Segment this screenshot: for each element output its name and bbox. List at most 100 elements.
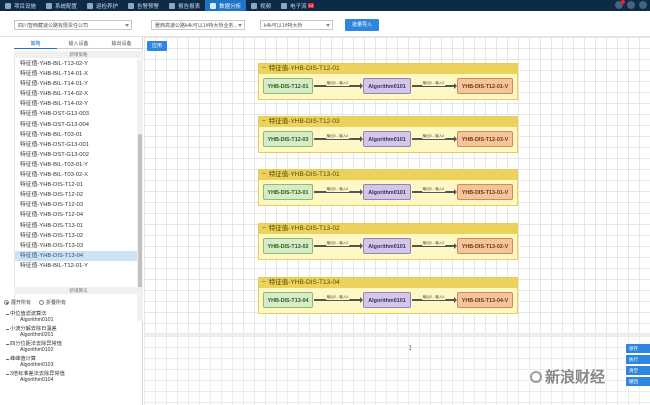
algorithm-node[interactable]: Algorithm0101	[363, 78, 411, 94]
input-device-node[interactable]: YHB-DIS-T13-04	[263, 292, 313, 308]
side-action-tab[interactable]: 执行	[626, 355, 650, 364]
apply-button[interactable]: 应用	[147, 41, 167, 51]
collapse-toggle-icon[interactable]: −	[262, 278, 266, 288]
tab-strategy[interactable]: 策略	[14, 39, 57, 49]
strategy-list-item[interactable]: 特征值-YHB-BIL-T03-01-Y	[15, 160, 137, 170]
algorithm-tree-item[interactable]: 四分位距法去除异常值 Algorithm0102	[6, 341, 140, 353]
algorithm-node[interactable]: Algorithm0101	[363, 292, 411, 308]
algorithm-code[interactable]: Algorithm0101	[6, 317, 140, 323]
bridge-select[interactable]: k4k可以1#特大桥	[260, 20, 333, 30]
strategy-list-item[interactable]: 特征值-YHB-DIS-T12-03	[15, 200, 137, 210]
nav-item-reports[interactable]: 报告报表	[164, 0, 205, 11]
strategy-list-item[interactable]: 特征值-YHB-DST-G13-004	[15, 120, 137, 130]
algorithm-code[interactable]: Algorithm0103	[6, 362, 140, 368]
strategy-list-item[interactable]: 特征值-YHB-DST-G13-002	[15, 150, 137, 160]
output-device-node[interactable]: YHB-DIS-T13-04-V	[457, 292, 513, 308]
strategy-group[interactable]: − 特征值-YHB-DIS-T13-02 YHB-DIS-T13-02 输出0→输入0…	[258, 223, 518, 260]
new-strategy-button[interactable]: 新增策略	[14, 51, 143, 58]
output-device-node[interactable]: YHB-DIS-T12-01-V	[457, 78, 513, 94]
input-device-node[interactable]: YHB-DIS-T13-02	[263, 238, 313, 254]
resize-vertical-icon[interactable]: ↕	[408, 342, 413, 352]
strategy-list-item[interactable]: 特征值-YHB-DIS-T13-03	[15, 241, 137, 251]
strategy-list-item[interactable]: 特征值-YHB-DIS-T13-01	[15, 221, 137, 231]
strategy-list-item[interactable]: 特征值-YHB-DST-G13-001	[15, 140, 137, 150]
algorithm-tree-item[interactable]: 小波分解去除日温差 Algorithm0201	[6, 326, 140, 338]
side-action-tab[interactable]: 清空	[626, 366, 650, 375]
batch-import-button[interactable]: 批量导入	[345, 19, 379, 31]
collapse-toggle-icon[interactable]: −	[262, 117, 266, 127]
strategy-list-item[interactable]: 特征值-YHB-BIL-T14-02-Y	[15, 99, 137, 109]
connection-edge[interactable]: 输出0→输入0	[314, 134, 363, 142]
algorithm-tree-item[interactable]: 峰峰值计算 Algorithm0103	[6, 356, 140, 368]
strategy-list-item[interactable]: 特征值-YHB-DST-G13-003	[15, 109, 137, 119]
connection-edge[interactable]: 输出0→输入0	[314, 81, 363, 89]
company-select[interactable]: 四川智西藏速公路有限责任公司	[14, 20, 132, 30]
input-device-node[interactable]: YHB-DIS-T13-01	[263, 184, 313, 200]
settings-icon[interactable]	[639, 1, 647, 9]
strategy-list-item[interactable]: 特征值-YHB-BIL-T12-01-Y	[15, 261, 137, 271]
input-device-node[interactable]: YHB-DIS-T12-01	[263, 78, 313, 94]
strategy-list-item[interactable]: 特征值-YHB-DIS-T13-04	[15, 250, 137, 261]
strategy-list-item[interactable]: 特征值-YHB-BIL-T14-01-X	[15, 69, 137, 79]
strategy-list-item[interactable]: 特征值-YHB-BIL-T03-02-X	[15, 170, 137, 180]
new-algorithm-button[interactable]: 新增算法	[14, 287, 143, 294]
bell-icon[interactable]	[615, 0, 625, 9]
algorithm-tree-item[interactable]: 3倍标准差法去除异常值 Algorithm0104	[6, 371, 140, 383]
algorithm-node[interactable]: Algorithm0101	[363, 131, 411, 147]
algorithm-node[interactable]: Algorithm0101	[363, 238, 411, 254]
nav-item-e-flow[interactable]: 电子流 14	[276, 0, 319, 11]
connection-edge[interactable]: 输出0→输入0	[412, 241, 457, 249]
strategy-group[interactable]: − 特征值-YHB-DIS-T13-01 YHB-DIS-T13-01 输出0→输入0…	[258, 169, 518, 206]
nav-item-video[interactable]: 视频	[246, 0, 276, 11]
group-header[interactable]: − 特征值-YHB-DIS-T13-04	[259, 278, 517, 288]
nav-item-facilities[interactable]: 项目设施	[0, 0, 41, 11]
strategy-list-item[interactable]: 特征值-YHB-DIS-T12-04	[15, 210, 137, 220]
connection-edge[interactable]: 输出0→输入0	[412, 81, 457, 89]
algorithm-code[interactable]: Algorithm0102	[6, 347, 140, 353]
nav-item-alarm[interactable]: 告警预警	[123, 0, 164, 11]
strategy-list-item[interactable]: 特征值-YHB-DIS-T12-01	[15, 180, 137, 190]
strategy-list-item[interactable]: 特征值-YHB-DIS-T13-02	[15, 231, 137, 241]
expand-all-radio[interactable]: 展开所有	[4, 299, 31, 306]
collapse-all-radio[interactable]: 折叠所有	[39, 299, 66, 306]
side-action-tab[interactable]: 撤回	[626, 377, 650, 386]
connection-edge[interactable]: 输出0→输入0	[314, 187, 363, 195]
output-device-node[interactable]: YHB-DIS-T13-02-V	[457, 238, 513, 254]
flow-canvas[interactable]: 应用 − 特征值-YHB-DIS-T12-01 YHB-DIS-T12-01 输出0→…	[144, 37, 650, 405]
strategy-list-scrollbar[interactable]	[137, 59, 143, 321]
connection-edge[interactable]: 输出0→输入0	[412, 295, 457, 303]
scrollbar-thumb[interactable]	[138, 134, 142, 294]
group-header[interactable]: − 特征值-YHB-DIS-T12-01	[259, 64, 517, 74]
algorithm-code[interactable]: Algorithm0201	[6, 332, 140, 338]
strategy-list-item[interactable]: 特征值-YHB-BIL-T03-01	[15, 130, 137, 140]
connection-edge[interactable]: 输出0→输入0	[412, 134, 457, 142]
tab-input-devices[interactable]: 输入设备	[57, 39, 100, 49]
strategy-list-item[interactable]: 特征值-YHB-BIL-T14-02-X	[15, 89, 137, 99]
algorithm-tree-item[interactable]: 中位值滤波算法 Algorithm0101	[6, 311, 140, 323]
strategy-group[interactable]: − 特征值-YHB-DIS-T12-01 YHB-DIS-T12-01 输出0→输入0…	[258, 63, 518, 100]
route-select[interactable]: 雅西高速公路k4k可以1#特大桥业务...	[151, 20, 245, 30]
connection-edge[interactable]: 输出0→输入0	[412, 187, 457, 195]
connection-edge[interactable]: 输出0→输入0	[314, 241, 363, 249]
side-action-tab[interactable]: 保存	[626, 344, 650, 353]
output-device-node[interactable]: YHB-DIS-T12-03-V	[457, 131, 513, 147]
user-icon[interactable]	[627, 1, 635, 9]
algorithm-code[interactable]: Algorithm0104	[6, 377, 140, 383]
collapse-toggle-icon[interactable]: −	[262, 64, 266, 74]
strategy-list-item[interactable]: 特征值-YHB-BIL-T14-01-Y	[15, 79, 137, 89]
strategy-list-item[interactable]: 特征值-YHB-DIS-T12-02	[15, 190, 137, 200]
collapse-toggle-icon[interactable]: −	[262, 170, 266, 180]
group-header[interactable]: − 特征值-YHB-DIS-T13-01	[259, 170, 517, 180]
nav-item-system-config[interactable]: 系统配置	[41, 0, 82, 11]
group-header[interactable]: − 特征值-YHB-DIS-T12-03	[259, 117, 517, 127]
connection-edge[interactable]: 输出0→输入0	[314, 295, 363, 303]
strategy-group[interactable]: − 特征值-YHB-DIS-T13-04 YHB-DIS-T13-04 输出0→输入0…	[258, 277, 518, 314]
output-device-node[interactable]: YHB-DIS-T13-01-V	[457, 184, 513, 200]
nav-item-inspection[interactable]: 巡检养护	[82, 0, 123, 11]
algorithm-node[interactable]: Algorithm0101	[363, 184, 411, 200]
group-header[interactable]: − 特征值-YHB-DIS-T13-02	[259, 224, 517, 234]
tab-output-devices[interactable]: 输出设备	[100, 39, 143, 49]
collapse-toggle-icon[interactable]: −	[262, 224, 266, 234]
nav-item-data-analysis[interactable]: 数据分析	[205, 0, 247, 11]
strategy-group[interactable]: − 特征值-YHB-DIS-T12-03 YHB-DIS-T12-03 输出0→输入0…	[258, 116, 518, 153]
